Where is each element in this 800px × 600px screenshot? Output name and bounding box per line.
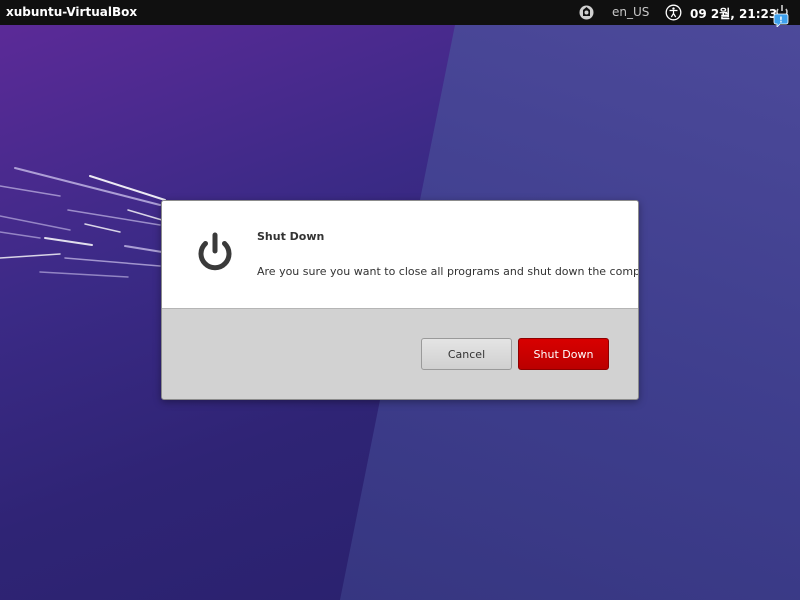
dialog-message: Are you sure you want to close all progr…	[257, 265, 639, 278]
dialog-content: Shut Down Are you sure you want to close…	[162, 201, 638, 309]
svg-text:!: !	[779, 16, 783, 25]
clock[interactable]: 09 2월, 21:23	[690, 5, 777, 22]
accessibility-icon[interactable]	[665, 4, 682, 21]
power-icon	[198, 232, 232, 271]
update-notifier-icon[interactable]	[578, 4, 595, 21]
dialog-title: Shut Down	[257, 230, 325, 243]
cancel-button[interactable]: Cancel	[421, 338, 512, 370]
power-icon[interactable]: !	[773, 3, 791, 27]
shut-down-button[interactable]: Shut Down	[518, 338, 609, 370]
hostname-label[interactable]: xubuntu-VirtualBox	[6, 5, 137, 19]
shutdown-dialog: Shut Down Are you sure you want to close…	[161, 200, 639, 400]
top-panel: xubuntu-VirtualBox en_US 09 2월, 21:23 !	[0, 0, 800, 27]
desktop: xubuntu-VirtualBox en_US 09 2월, 21:23 !	[0, 0, 800, 600]
keyboard-layout-indicator[interactable]: en_US	[612, 5, 649, 19]
